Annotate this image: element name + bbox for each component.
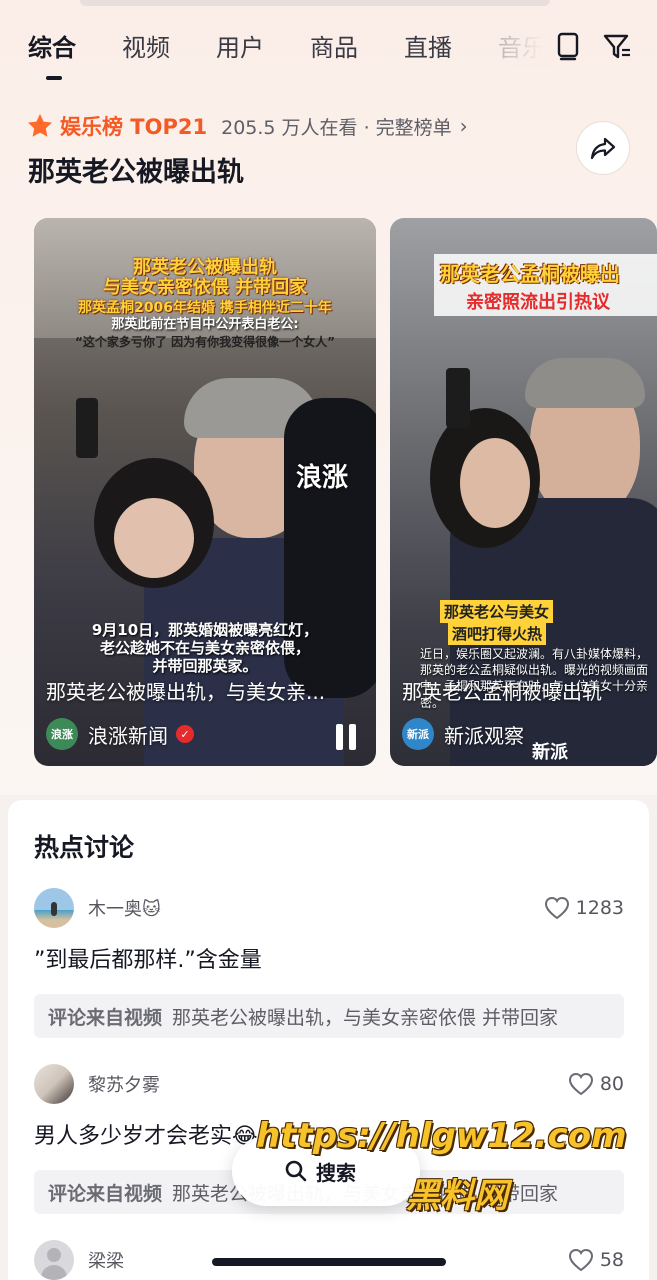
ranking-meta[interactable]: 205.5 万人在看 · 完整榜单 xyxy=(221,113,452,140)
avatar[interactable] xyxy=(34,1240,74,1280)
video-card[interactable]: 那英老公孟桐被曝出 亲密照流出引热议 那英老公与美女 酒吧打得火热 近日，娱乐圈… xyxy=(390,218,657,766)
author-name[interactable]: 新派观察 xyxy=(444,720,524,749)
comment-username[interactable]: 木一奥🐱 xyxy=(88,895,161,921)
like-count: 1283 xyxy=(575,897,624,919)
channel-watermark: 新派 xyxy=(532,742,568,763)
pause-icon[interactable] xyxy=(334,724,358,750)
watermark-brand: 黑料网 xyxy=(406,1176,508,1216)
author-avatar[interactable]: 浪涨 xyxy=(46,718,78,750)
video-author[interactable]: 新派 新派观察 xyxy=(402,718,524,750)
source-video-title: 那英老公被曝出轨，与美女亲密依偎 并带回家 xyxy=(172,1006,559,1029)
like-button[interactable]: 80 xyxy=(568,1072,624,1096)
star-icon xyxy=(28,114,52,137)
tab-users[interactable]: 用户 xyxy=(216,28,264,63)
tab-products[interactable]: 商品 xyxy=(310,28,358,63)
video-subtitle-line: 并带回那英家。 xyxy=(152,657,258,675)
watermark-url: https://hlgw12.com xyxy=(256,1116,627,1156)
avatar[interactable] xyxy=(34,888,74,928)
woman-face xyxy=(114,498,194,578)
ranking-title: 娱乐榜 TOP21 xyxy=(60,115,208,139)
tab-video[interactable]: 视频 xyxy=(122,28,170,63)
active-tab-indicator xyxy=(46,76,62,80)
video-caption-line: 亲密照流出引热议 xyxy=(466,292,610,313)
author-avatar[interactable]: 新派 xyxy=(402,718,434,750)
video-caption-line: 那英此前在节目中公开表白老公: xyxy=(111,317,299,332)
video-subtitle-line: 9月10日，那英婚姻被曝亮红灯， xyxy=(91,621,319,639)
heart-icon xyxy=(568,1248,593,1272)
section-title: 热点讨论 xyxy=(34,833,135,862)
source-label: 评论来自视频 xyxy=(48,1006,163,1029)
video-subtitle-line: 酒吧打得火热 xyxy=(448,622,547,645)
comment-username[interactable]: 梁梁 xyxy=(88,1247,124,1273)
video-card[interactable]: 那英老公被曝出轨 与美女亲密依偎 并带回家 那英孟桐2006年结婚 携手相伴近二… xyxy=(34,218,376,766)
video-caption-line: 与美女亲密依偎 并带回家 xyxy=(102,277,308,298)
tab-fade xyxy=(496,28,556,68)
share-button[interactable] xyxy=(576,121,630,175)
video-author[interactable]: 浪涨 浪涨新闻 ✓ xyxy=(46,718,194,750)
search-bar-edge[interactable] xyxy=(80,0,550,6)
woman-face xyxy=(460,438,530,528)
comment-source[interactable]: 评论来自视频 那英老公被曝出轨，与美女亲密依偎 并带回家 xyxy=(34,994,624,1038)
avatar[interactable] xyxy=(34,1064,74,1104)
tab-comprehensive[interactable]: 综合 xyxy=(28,28,76,63)
video-caption-line: 那英孟桐2006年结婚 携手相伴近二十年 xyxy=(78,300,332,316)
like-button[interactable]: 58 xyxy=(568,1248,624,1272)
video-subtitle-line: 那英老公与美女 xyxy=(440,600,554,623)
tablet-icon[interactable] xyxy=(552,30,584,62)
author-name[interactable]: 浪涨新闻 xyxy=(88,720,168,749)
person-hair xyxy=(525,358,645,408)
like-button[interactable]: 1283 xyxy=(544,896,624,920)
tab-live[interactable]: 直播 xyxy=(404,28,452,63)
share-icon xyxy=(590,137,616,160)
video-subtitle-line: 老公趁她不在与美女亲密依偎， xyxy=(99,639,310,657)
heart-icon xyxy=(544,896,569,920)
topic-headline[interactable]: 那英老公被曝出轨 xyxy=(28,150,244,189)
comment-username[interactable]: 黎苏夕雾 xyxy=(88,1071,160,1097)
video-caption-line: 那英老公被曝出轨 xyxy=(133,257,277,278)
video-title[interactable]: 那英老公被曝出轨，与美女亲... xyxy=(46,676,364,705)
site-watermark: https://hlgw12.com 黑料网 xyxy=(256,1116,636,1232)
like-count: 80 xyxy=(599,1073,624,1095)
video-caption-line: “这个家多亏你了 因为有你我变得很像一个女人” xyxy=(75,335,335,349)
comment-text: ”到最后都那样.”含金量 xyxy=(34,948,262,973)
filter-icon[interactable] xyxy=(601,30,633,62)
video-caption-line: 那英老公孟桐被曝出 xyxy=(440,262,620,286)
video-title[interactable]: 那英老公孟桐被曝出轨 xyxy=(402,676,645,705)
verified-badge-icon: ✓ xyxy=(176,725,194,743)
channel-logo-watermark: 浪涨 xyxy=(296,463,349,493)
comment-item[interactable]: 木一奥🐱 1283 ”到最后都那样.”含金量 评论来自视频 那英老公被曝出轨，与… xyxy=(34,888,624,1038)
ranking-row[interactable]: 娱乐榜 TOP21 205.5 万人在看 · 完整榜单 › xyxy=(26,110,468,142)
lamp-shape xyxy=(76,398,98,458)
like-count: 58 xyxy=(599,1249,624,1271)
home-indicator[interactable] xyxy=(212,1258,446,1266)
heart-icon xyxy=(568,1072,593,1096)
lamp-shape xyxy=(446,368,470,428)
chevron-right-icon: › xyxy=(459,114,468,138)
source-label: 评论来自视频 xyxy=(48,1182,163,1205)
